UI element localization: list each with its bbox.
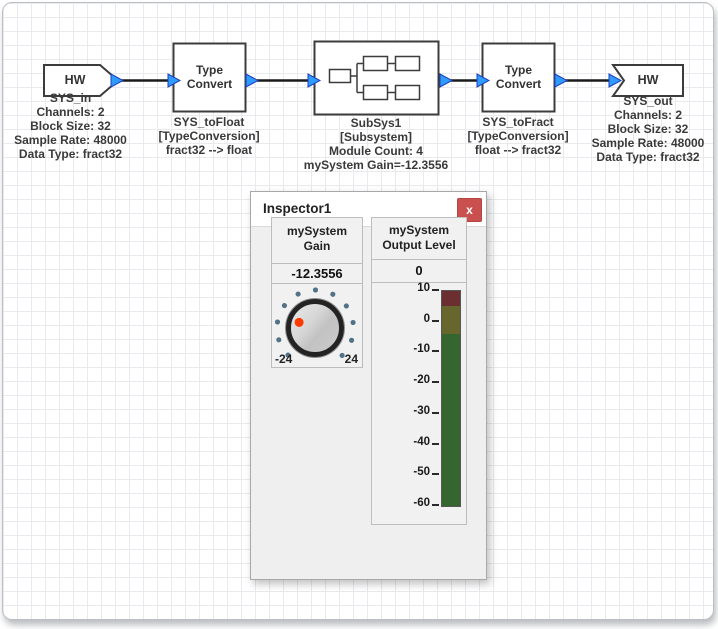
caption-line: Block Size: 32 [3,119,138,133]
meter-tick-mark [432,289,439,291]
port-tofloat-out[interactable] [246,74,258,87]
hw-output-caption: SYS_out Channels: 2 Block Size: 32 Sampl… [573,94,714,164]
meter-tick-mark [432,443,439,445]
label-line: Type [174,63,245,77]
caption-line: SYS_out [573,94,714,108]
knob-tick-dot [295,291,301,297]
gain-value-display[interactable]: -12.3556 [272,264,362,284]
hw-output-label: HW [617,73,679,87]
knob-tick-dot [350,319,355,324]
designer-canvas: HW Type Convert Type Convert HW SYS_in C… [2,2,714,620]
knob-tick-dot [276,337,282,343]
caption-line: Data Type: fract32 [3,147,138,161]
caption-line: SYS_toFract [443,115,593,129]
subsystem-caption: SubSys1 [Subsystem] Module Count: 4 mySy… [291,116,461,172]
control-name-line: Output Level [372,238,466,253]
meter-tick-mark [432,320,439,322]
caption-line: SYS_in [3,91,138,105]
control-name-line: Gain [272,239,362,254]
meter-tick-label: -40 [372,436,430,448]
caption-line: mySystem Gain=-12.3556 [291,158,461,172]
type-convert-tofloat-label: Type Convert [174,63,245,91]
caption-line: Block Size: 32 [573,122,714,136]
output-level-value-display: 0 [372,260,466,283]
meter-tick-mark [432,504,439,506]
output-level-panel: mySystem Output Level 0 10 0 -10 -20 -30… [371,217,467,525]
caption-line: SYS_toFloat [134,115,284,129]
inspector-title: Inspector1 [263,201,331,216]
caption-line: Channels: 2 [573,108,714,122]
type-convert-tofract-caption: SYS_toFract [TypeConversion] float --> f… [443,115,593,157]
meter-tick-label: -60 [372,497,430,509]
knob-tick-dot [348,337,354,343]
caption-line: Data Type: fract32 [573,150,714,164]
knob-tick-dot [281,303,287,309]
meter-segment-red [442,291,460,306]
caption-line: [TypeConversion] [134,129,284,143]
caption-line: float --> fract32 [443,143,593,157]
inspector-window: Inspector1 x mySystem Gain -12.3556 [250,191,487,580]
meter-tick-label: 0 [372,313,430,325]
knob-tick-dot [329,291,335,297]
caption-line: Sample Rate: 48000 [3,133,138,147]
type-convert-tofract-label: Type Convert [483,63,554,91]
label-line: Convert [483,77,554,91]
meter-tick-mark [432,412,439,414]
hw-input-label: HW [44,73,106,87]
knob-tick-dot [313,288,318,293]
knob-min-label: -24 [275,352,292,366]
meter-tick-label: -20 [372,374,430,386]
caption-line: Module Count: 4 [291,144,461,158]
knob-tick-dot [275,319,280,324]
meter-tick-mark [432,473,439,475]
port-subsys-out[interactable] [440,74,452,87]
meter-tick-label: -50 [372,466,430,478]
knob-tick-dot [343,303,349,309]
caption-line: Channels: 2 [3,105,138,119]
knob-max-label: 24 [345,352,358,366]
control-name-line: mySystem [372,223,466,238]
control-name-line: mySystem [272,224,362,239]
label-line: Convert [174,77,245,91]
caption-line: Sample Rate: 48000 [573,136,714,150]
output-level-header: mySystem Output Level [372,218,466,260]
meter-segment-yellow [442,306,460,334]
caption-line: fract32 --> float [134,143,284,157]
meter-tick-mark [432,350,439,352]
gain-control-header: mySystem Gain [272,218,362,264]
caption-line: [TypeConversion] [443,129,593,143]
meter-tick-mark [432,381,439,383]
gain-knob[interactable] [286,299,344,357]
port-tofract-out[interactable] [555,74,567,87]
gain-knob-zone: -24 24 [272,284,362,367]
caption-line: [Subsystem] [291,130,461,144]
level-meter-zone: 10 0 -10 -20 -30 -40 -50 -60 [372,283,466,524]
label-line: Type [483,63,554,77]
gain-control-panel: mySystem Gain -12.3556 -24 24 [271,217,363,368]
meter-tick-label: -30 [372,405,430,417]
type-convert-tofloat-caption: SYS_toFloat [TypeConversion] fract32 -->… [134,115,284,157]
hw-input-caption: SYS_in Channels: 2 Block Size: 32 Sample… [3,91,138,161]
level-meter-bar [441,290,461,507]
meter-tick-label: -10 [372,343,430,355]
caption-line: SubSys1 [291,116,461,130]
port-sysin-out[interactable] [111,74,123,87]
meter-segment-green [442,334,460,506]
meter-tick-label: 10 [372,282,430,294]
